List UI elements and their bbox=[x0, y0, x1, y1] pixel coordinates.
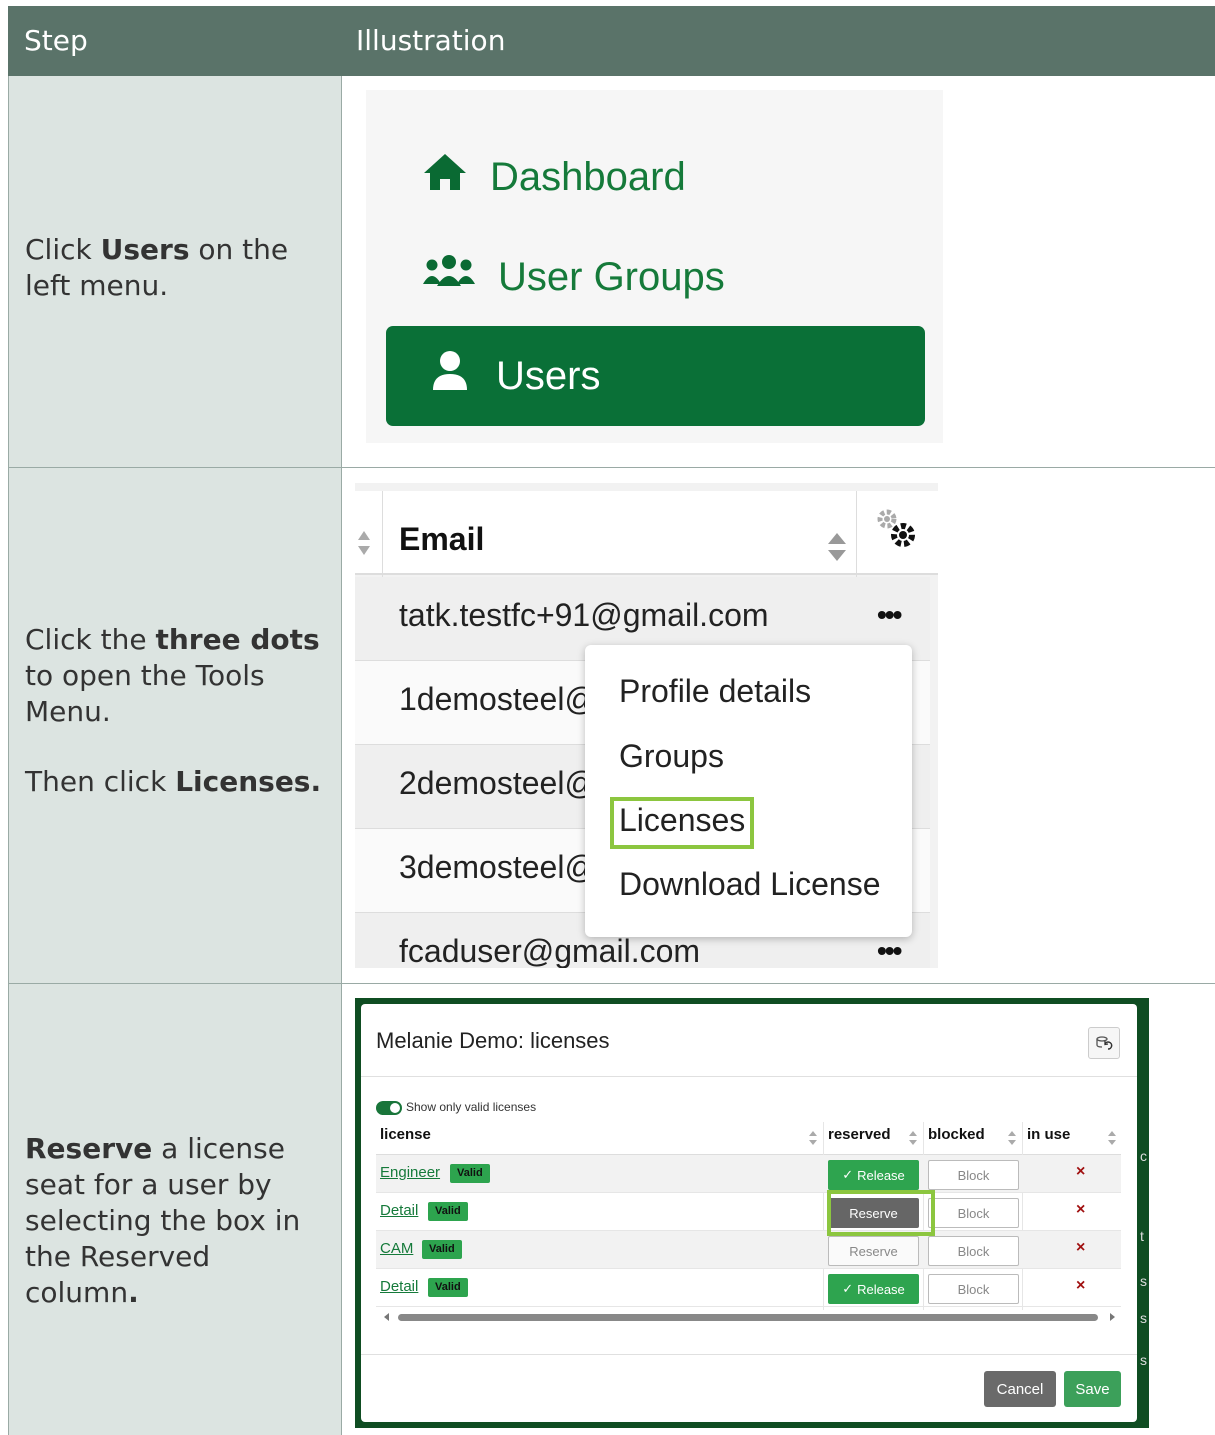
valid-badge: Valid bbox=[428, 1278, 468, 1297]
menu-item-profile-details[interactable]: Profile details bbox=[619, 673, 811, 710]
save-button[interactable]: Save bbox=[1064, 1371, 1121, 1407]
header-illustration: Illustration bbox=[356, 24, 506, 57]
users-table-header: Email bbox=[355, 491, 938, 575]
menu-item-users[interactable]: Users bbox=[386, 326, 925, 426]
step-text-2b: Then click Licenses. bbox=[25, 765, 322, 798]
menu-item-label: User Groups bbox=[498, 254, 725, 299]
sort-icon[interactable] bbox=[827, 531, 847, 568]
license-row: Engineer Valid ✓ Release Block × bbox=[376, 1155, 1121, 1193]
row-email: 1demosteel@ bbox=[399, 681, 597, 717]
toggle-knob bbox=[390, 1103, 400, 1113]
not-in-use-icon: × bbox=[1076, 1163, 1086, 1180]
users-table-screenshot: Email tatk.testfc+91@gmail.com ••• 1demo… bbox=[355, 483, 938, 968]
license-link[interactable]: Detail bbox=[380, 1202, 418, 1219]
block-button[interactable]: Block bbox=[928, 1236, 1019, 1266]
email-column-header[interactable]: Email bbox=[399, 521, 484, 558]
not-in-use-icon: × bbox=[1076, 1201, 1086, 1218]
settings-gear-icon[interactable] bbox=[873, 505, 919, 556]
not-in-use-icon: × bbox=[1076, 1239, 1086, 1256]
left-menu-screenshot: Dashboard User Groups Users bbox=[366, 90, 943, 443]
menu-item-download-license[interactable]: Download License bbox=[619, 866, 881, 903]
column-in-use[interactable]: in use bbox=[1027, 1126, 1070, 1143]
instructions-table: Step Illustration Click Users on the lef… bbox=[8, 6, 1215, 1435]
three-dots-button[interactable]: ••• bbox=[877, 935, 902, 967]
reserve-highlight bbox=[827, 1190, 935, 1236]
refresh-button[interactable] bbox=[1088, 1027, 1120, 1059]
license-row: CAM Valid Reserve Block × bbox=[376, 1231, 1121, 1269]
valid-only-toggle[interactable] bbox=[376, 1101, 402, 1115]
background-fragment: c bbox=[1140, 1148, 1147, 1164]
sort-icon[interactable] bbox=[1007, 1130, 1017, 1146]
dialog-title: Melanie Demo: licenses bbox=[376, 1028, 610, 1053]
step-cell-3: Reserve a license seat for a user by sel… bbox=[8, 984, 341, 1435]
background-fragment: t bbox=[1140, 1228, 1144, 1244]
block-button[interactable]: Block bbox=[928, 1198, 1019, 1228]
release-button[interactable]: ✓ Release bbox=[828, 1274, 919, 1304]
cancel-button[interactable]: Cancel bbox=[984, 1371, 1056, 1407]
reserve-button[interactable]: Reserve bbox=[828, 1236, 919, 1266]
step-cell-2: Click the three dots to open the Tools M… bbox=[8, 468, 341, 983]
valid-badge: Valid bbox=[422, 1240, 462, 1259]
license-row: Detail Valid Reserve Block × bbox=[376, 1193, 1121, 1231]
not-in-use-icon: × bbox=[1076, 1277, 1086, 1294]
three-dots-button[interactable]: ••• bbox=[877, 599, 902, 631]
step-text-2a: Click the three dots to open the Tools M… bbox=[25, 623, 320, 728]
user-icon bbox=[430, 350, 496, 402]
background-fragment: s bbox=[1140, 1352, 1147, 1368]
block-button[interactable]: Block bbox=[928, 1160, 1019, 1190]
sort-icon[interactable] bbox=[808, 1130, 818, 1146]
button-label: Release bbox=[857, 1167, 905, 1183]
license-link[interactable]: Detail bbox=[380, 1278, 418, 1295]
license-link[interactable]: CAM bbox=[380, 1240, 413, 1257]
menu-item-groups[interactable]: Groups bbox=[619, 738, 724, 775]
scroll-left-icon[interactable] bbox=[384, 1313, 390, 1321]
licenses-modal-screenshot: c t s s s Melanie Demo: licenses Show on… bbox=[355, 998, 1149, 1428]
valid-badge: Valid bbox=[450, 1164, 490, 1183]
home-icon bbox=[422, 152, 490, 202]
horizontal-scrollbar[interactable] bbox=[376, 1310, 1121, 1324]
sort-icon[interactable] bbox=[1107, 1130, 1117, 1146]
menu-item-label: Dashboard bbox=[490, 154, 686, 199]
sort-icon[interactable] bbox=[357, 529, 371, 562]
row-email: 3demosteel@ bbox=[399, 849, 597, 885]
dialog-divider bbox=[361, 1354, 1137, 1355]
row-email: fcaduser@gmail.com bbox=[399, 933, 701, 968]
user-groups-icon bbox=[422, 252, 498, 302]
header-step: Step bbox=[24, 24, 88, 57]
license-link[interactable]: Engineer bbox=[380, 1164, 440, 1181]
background-fragment: s bbox=[1140, 1273, 1147, 1289]
licenses-dialog: Melanie Demo: licenses Show only valid l… bbox=[361, 1004, 1137, 1422]
licenses-highlight bbox=[610, 797, 754, 849]
menu-item-user-groups[interactable]: User Groups bbox=[422, 252, 725, 302]
sort-icon[interactable] bbox=[908, 1130, 918, 1146]
check-icon: ✓ bbox=[842, 1167, 854, 1182]
row-email: 2demosteel@ bbox=[399, 765, 597, 801]
dialog-divider bbox=[361, 1076, 1137, 1077]
valid-badge: Valid bbox=[428, 1202, 468, 1221]
scrollbar-thumb[interactable] bbox=[398, 1314, 1098, 1321]
block-button[interactable]: Block bbox=[928, 1274, 1019, 1304]
release-button[interactable]: ✓ Release bbox=[828, 1160, 919, 1190]
column-blocked[interactable]: blocked bbox=[928, 1126, 985, 1143]
tools-menu: Profile details Groups Licenses Download… bbox=[585, 645, 912, 937]
scroll-right-icon[interactable] bbox=[1109, 1313, 1115, 1321]
column-reserved[interactable]: reserved bbox=[828, 1126, 891, 1143]
background-fragment: s bbox=[1140, 1310, 1147, 1326]
menu-item-dashboard[interactable]: Dashboard bbox=[422, 152, 686, 202]
column-license[interactable]: license bbox=[380, 1126, 431, 1143]
step-text-1: Click Users on the left menu. bbox=[25, 233, 289, 302]
row-email: tatk.testfc+91@gmail.com bbox=[399, 597, 769, 633]
toggle-label: Show only valid licenses bbox=[406, 1100, 537, 1114]
menu-item-label: Users bbox=[496, 353, 601, 398]
step-text-3: Reserve a license seat for a user by sel… bbox=[25, 1132, 301, 1309]
refresh-icon bbox=[1096, 1036, 1113, 1050]
step-cell-1: Click Users on the left menu. bbox=[8, 76, 341, 467]
check-icon: ✓ bbox=[842, 1281, 854, 1296]
button-label: Release bbox=[857, 1281, 905, 1297]
license-row: Detail Valid ✓ Release Block × bbox=[376, 1269, 1121, 1307]
table-header: Step Illustration bbox=[8, 6, 1215, 76]
